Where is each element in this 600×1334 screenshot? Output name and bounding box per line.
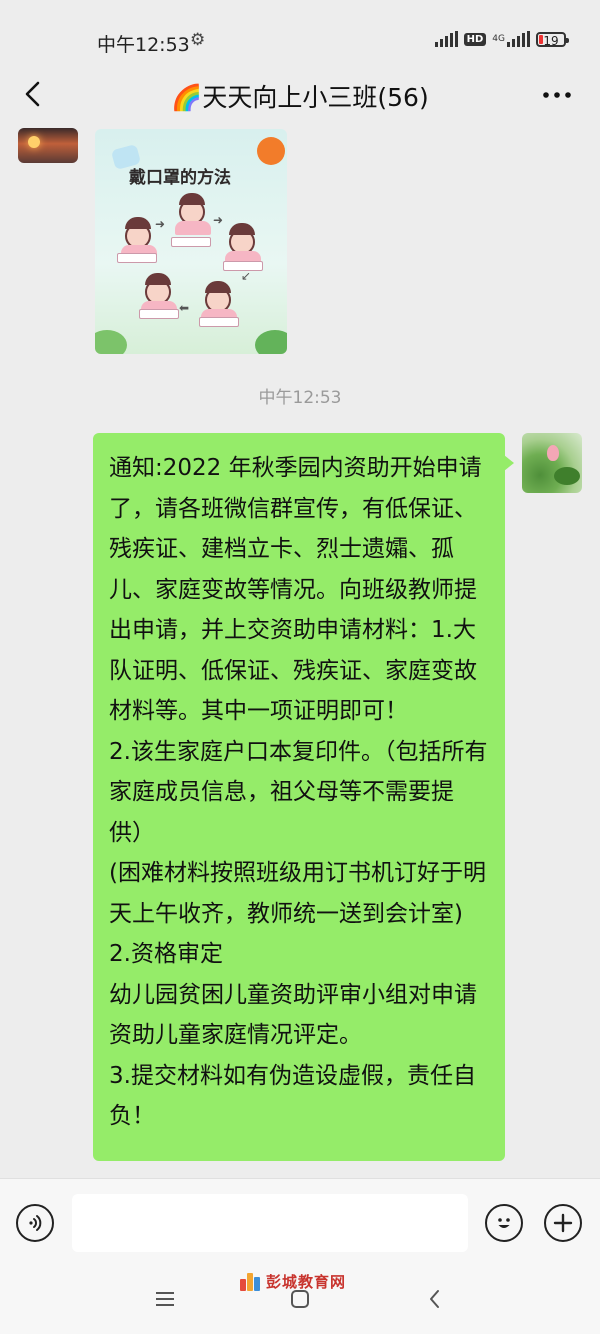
- network-type: 4G: [492, 33, 505, 44]
- cellular-signal-icon: [507, 31, 530, 47]
- arrow-left-icon: ⬅: [179, 301, 190, 315]
- emoji-icon: [498, 1218, 510, 1228]
- signal-icon: [434, 31, 458, 47]
- sender-avatar[interactable]: [18, 128, 78, 163]
- arrow-right-icon: ➜: [155, 217, 166, 231]
- bush-illustration: [95, 330, 127, 354]
- more-options-button[interactable]: [542, 82, 572, 102]
- kid-body-illustration: [175, 221, 211, 235]
- message-input[interactable]: [72, 1194, 468, 1252]
- bush-illustration: [255, 330, 287, 354]
- emoji-button[interactable]: [485, 1204, 523, 1242]
- system-back-button[interactable]: [420, 1284, 450, 1314]
- chevron-left-icon: [430, 1290, 439, 1308]
- voice-icon: [29, 1215, 42, 1231]
- more-functions-button[interactable]: [544, 1204, 582, 1242]
- input-bar: 彭城教育网: [0, 1178, 600, 1334]
- hd-badge: HD: [463, 32, 487, 46]
- step-label: [139, 309, 179, 319]
- sun-illustration: [257, 137, 285, 165]
- my-avatar[interactable]: [522, 433, 582, 493]
- status-time: 中午12:53: [97, 34, 190, 56]
- lotus-flower-icon: [547, 445, 559, 461]
- system-menu-button[interactable]: [150, 1284, 180, 1314]
- plus-icon: [553, 1213, 573, 1233]
- arrow-right-icon: ➜: [213, 213, 224, 227]
- lotus-leaf-icon: [554, 467, 580, 485]
- chat-title: 🌈天天向上小三班(56): [171, 83, 429, 112]
- battery-level: 19: [543, 33, 559, 48]
- arrow-down-icon: ↙: [241, 269, 252, 283]
- status-bar: 中午12:53 ⚙ HD 4G 19: [0, 0, 600, 70]
- battery-icon: 19: [536, 31, 569, 48]
- text-message-bubble[interactable]: 通知:2022 年秋季园内资助开始申请了，请各班微信群宣传，有低保证、残疾证、建…: [93, 433, 514, 1161]
- settings-gear-icon: ⚙: [190, 30, 206, 50]
- watermark-logo: [240, 1272, 262, 1291]
- message-timestamp: 中午12:53: [258, 388, 342, 408]
- image-message[interactable]: 戴口罩的方法 ➜ ➜ ↙ ⬅: [95, 129, 287, 354]
- step-label: [117, 253, 157, 263]
- voice-input-button[interactable]: [16, 1204, 54, 1242]
- chat-header: 🌈天天向上小三班(56): [0, 70, 600, 120]
- image-title: 戴口罩的方法: [129, 168, 231, 188]
- step-label: [171, 237, 211, 247]
- step-label: [199, 317, 239, 327]
- status-icons: HD 4G 19: [434, 31, 569, 48]
- sunset-icon: [28, 136, 40, 148]
- menu-icon: [156, 1292, 174, 1306]
- message-text: 通知:2022 年秋季园内资助开始申请了，请各班微信群宣传，有低保证、残疾证、建…: [109, 455, 488, 1129]
- more-dots-icon: [543, 92, 571, 98]
- system-home-button[interactable]: [285, 1284, 315, 1314]
- home-icon: [291, 1290, 309, 1308]
